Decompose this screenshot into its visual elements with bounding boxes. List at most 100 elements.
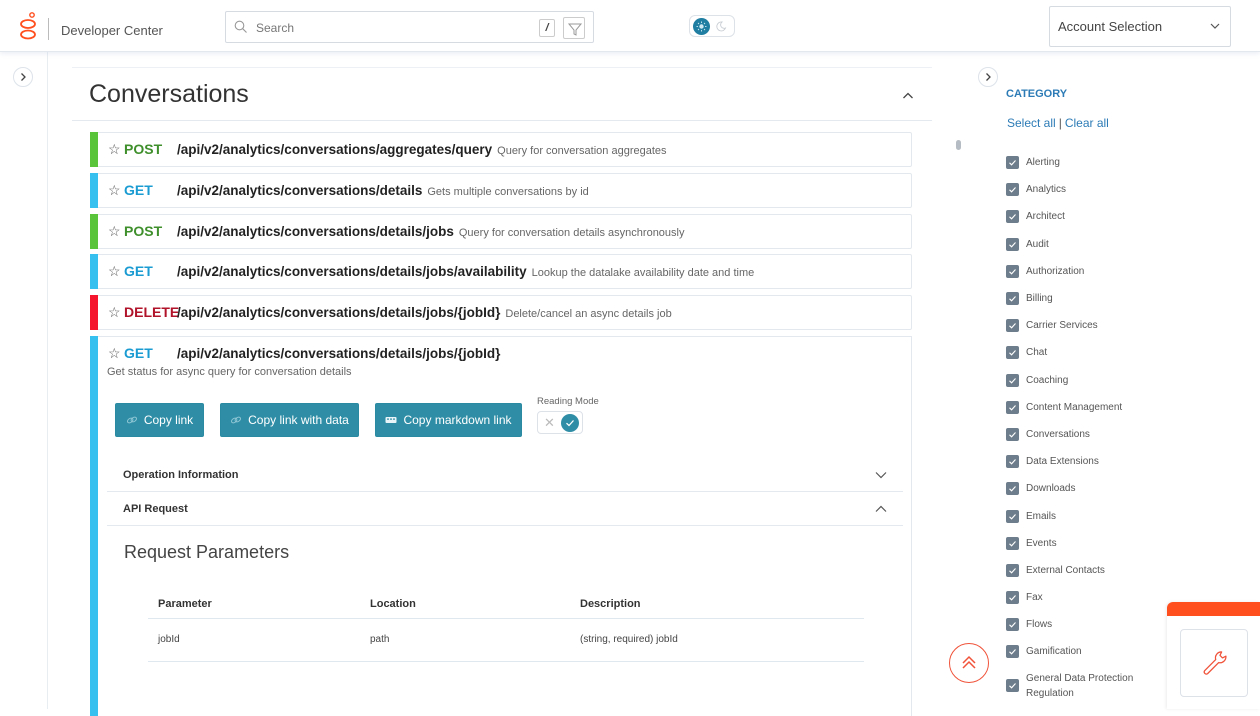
category-item[interactable]: Analytics [1006,176,1156,203]
category-item[interactable]: General Data Protection Regulation [1006,666,1156,706]
brand-title[interactable]: Developer Center [61,23,163,38]
check-icon [1009,214,1016,221]
category-item[interactable]: Events [1006,530,1156,557]
checkbox[interactable] [1006,563,1019,577]
checkbox[interactable] [1006,292,1019,306]
checkbox[interactable] [1006,591,1019,605]
scrollbar-thumb[interactable] [956,140,961,150]
theme-toggle[interactable] [689,15,735,37]
copy-markdown-link-button[interactable]: Copy markdown link [375,403,522,437]
checkbox[interactable] [1006,679,1019,693]
category-item[interactable]: Carrier Services [1006,312,1156,339]
endpoint-row[interactable]: ☆ GET/api/v2/analytics/conversations/deta… [90,172,912,208]
filter-icon [567,23,583,36]
category-item[interactable]: Data Extensions [1006,448,1156,475]
endpoint-row[interactable]: ☆ POST/api/v2/analytics/conversations/det… [90,213,912,249]
category-item[interactable]: Coaching [1006,367,1156,394]
accordion-api-request[interactable]: API Request [107,492,903,526]
expand-left-nav-button[interactable] [13,67,33,87]
checkbox[interactable] [1006,156,1019,170]
checkbox[interactable] [1006,455,1019,469]
search-filter-button[interactable] [563,17,585,39]
check-icon [1009,432,1016,438]
endpoint-row[interactable]: ☆ GET/api/v2/analytics/conversations/deta… [90,254,912,290]
table-row: jobId path (string, required) jobId [148,618,864,662]
accordion-title: API Request [123,503,188,515]
category-list: Alerting Analytics Architect Audit Authoriza… [1006,149,1156,706]
checkbox[interactable] [1006,210,1019,224]
category-item[interactable]: Fax [1006,584,1156,611]
checkbox[interactable] [1006,400,1019,414]
category-item[interactable]: Authorization [1006,258,1156,285]
checkbox[interactable] [1006,183,1019,197]
category-item[interactable]: Emails [1006,502,1156,529]
search-input[interactable] [256,18,516,38]
search-box[interactable]: / [225,11,594,43]
endpoint-path[interactable]: /api/v2/analytics/conversations/details/… [177,264,527,279]
checkbox[interactable] [1006,237,1019,251]
star-icon[interactable]: ☆ [108,346,121,361]
star-icon[interactable]: ☆ [108,142,121,157]
category-item[interactable]: Downloads [1006,475,1156,502]
category-item[interactable]: External Contacts [1006,557,1156,584]
checkbox[interactable] [1006,373,1019,387]
check-icon [1009,513,1016,520]
category-item[interactable]: Flows [1006,611,1156,638]
chevron-up-icon[interactable] [902,90,914,102]
category-item[interactable]: Chat [1006,339,1156,366]
category-title: CATEGORY [1006,88,1068,100]
endpoint-path[interactable]: /api/v2/analytics/conversations/details/… [177,346,500,361]
endpoint-path[interactable]: /api/v2/analytics/conversations/details [177,183,422,198]
category-label: Alerting [1026,157,1060,169]
method-color-bar [90,336,98,716]
sun-icon [693,18,710,35]
category-item[interactable]: Architect [1006,203,1156,230]
collapse-sidebar-button[interactable] [978,67,998,87]
star-icon[interactable]: ☆ [108,305,121,320]
copy-markdown-link-label: Copy markdown link [403,413,512,427]
endpoint-path[interactable]: /api/v2/analytics/conversations/aggregat… [177,142,492,157]
endpoint-description: Delete/cancel an async details job [505,308,672,321]
copy-link-with-data-button[interactable]: Copy link with data [220,403,359,437]
category-item[interactable]: Conversations [1006,421,1156,448]
star-icon[interactable]: ☆ [108,223,121,239]
category-label: Flows [1026,619,1053,631]
checkbox[interactable] [1006,536,1019,550]
account-selection-dropdown[interactable]: Account Selection [1049,6,1231,47]
accordion-operation-information[interactable]: Operation Information [107,458,903,492]
checkbox[interactable] [1006,319,1019,333]
endpoint-path[interactable]: /api/v2/analytics/conversations/details/… [177,224,454,239]
select-all-link[interactable]: Select all [1007,116,1056,130]
tools-button[interactable] [1180,629,1248,697]
checkbox[interactable] [1006,482,1019,496]
checkbox[interactable] [1006,645,1019,659]
copy-link-with-data-label: Copy link with data [248,413,349,427]
endpoint-row[interactable]: ☆ DELETE/api/v2/analytics/conversations/d… [90,295,912,331]
checkbox[interactable] [1006,618,1019,632]
category-item[interactable]: Alerting [1006,149,1156,176]
star-icon[interactable]: ☆ [108,182,121,198]
checkbox[interactable] [1006,264,1019,278]
endpoint-row[interactable]: ☆ POST/api/v2/analytics/conversations/agg… [90,132,912,167]
copy-link-button[interactable]: Copy link [115,403,204,437]
category-item[interactable]: Billing [1006,285,1156,312]
category-item[interactable]: Content Management [1006,394,1156,421]
check-icon [1009,683,1016,689]
checkbox[interactable] [1006,509,1019,523]
category-item[interactable]: Gamification [1006,638,1156,665]
clear-all-link[interactable]: Clear all [1065,116,1109,130]
chevron-down-icon [1210,23,1220,29]
star-icon[interactable]: ☆ [108,264,121,279]
checkbox[interactable] [1006,346,1019,360]
endpoint-path[interactable]: /api/v2/analytics/conversations/details/… [177,305,500,320]
endpoint-path-wrap: /api/v2/analytics/conversations/details/… [177,264,754,281]
checkbox[interactable] [1006,427,1019,441]
http-method: GET [124,181,153,198]
accordion-title: Operation Information [123,469,239,481]
link-icon [231,416,242,424]
scroll-to-top-button[interactable] [949,643,989,683]
category-item[interactable]: Audit [1006,231,1156,258]
http-method: POST [124,222,163,239]
genesys-logo-icon[interactable] [18,12,38,42]
reading-mode-toggle[interactable]: ✕ [537,411,583,434]
